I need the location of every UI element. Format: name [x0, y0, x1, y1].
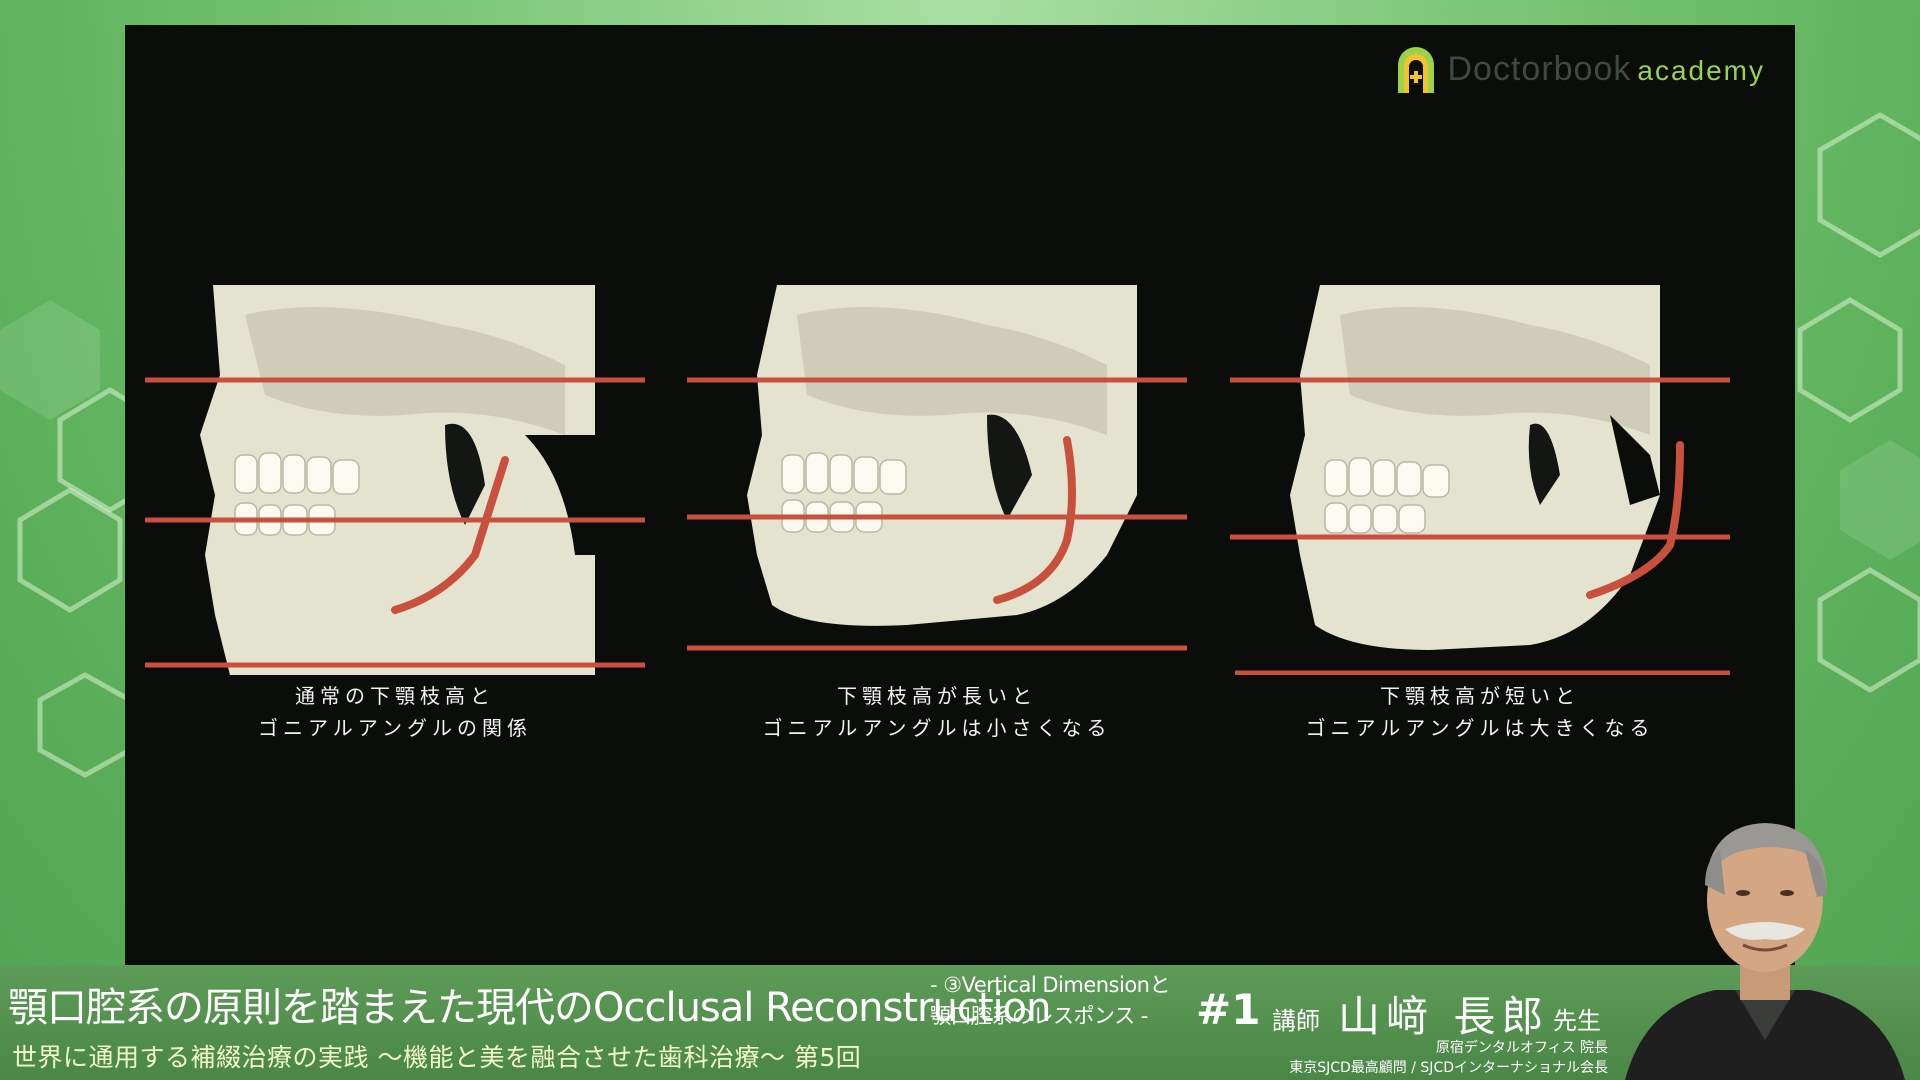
- affiliation-line-2: 東京SJCD最高顧問 / SJCDインターナショナル会長: [1289, 1060, 1608, 1076]
- doctorbook-arch-icon: [1397, 47, 1434, 93]
- caption-long-ramus: 下顎枝高が長いと ゴニアルアングルは小さくなる: [762, 684, 1112, 740]
- speaker-video: [1625, 823, 1905, 1080]
- lecturer-honorific: 先生: [1553, 1007, 1601, 1035]
- caption-short-ramus: 下顎枝高が短いと ゴニアルアングルは大きくなる: [1305, 684, 1655, 740]
- lecture-subtitle: - ③Vertical Dimensionと 顎口腔系のレスポンス -: [930, 973, 1171, 1028]
- series-title: 世界に通用する補綴治療の実践 〜機能と美を融合させた歯科治療〜 第5回: [12, 1043, 862, 1072]
- slide-stage: Doctorbookacademy 通常の下顎枝高と ゴニアルアングルの関係: [125, 25, 1795, 965]
- skull-panel-short-ramus: [1230, 255, 1730, 675]
- affiliation-line-1: 原宿デンタルオフィス 院長: [1435, 1040, 1608, 1056]
- doctorbook-logo: Doctorbook academy: [1394, 39, 1766, 99]
- lecturer-label: 講師: [1272, 1007, 1320, 1035]
- skull-illustration: [145, 285, 645, 675]
- skull-illustration: [1230, 285, 1730, 675]
- logo-academy-text: academy: [1637, 54, 1765, 86]
- skull-panel-long-ramus: [687, 255, 1187, 675]
- skull-illustration: [687, 285, 1187, 651]
- caption-normal: 通常の下顎枝高と ゴニアルアングルの関係: [258, 684, 532, 740]
- lecture-title: 顎口腔系の原則を踏まえた現代のOcclusal Reconstruction: [8, 985, 1051, 1031]
- lecturer-name: 山﨑 長郎: [1338, 992, 1550, 1041]
- episode-number: #1: [1196, 985, 1261, 1034]
- logo-brand-text: Doctorbook: [1447, 49, 1632, 88]
- skull-panel-normal: [145, 255, 645, 675]
